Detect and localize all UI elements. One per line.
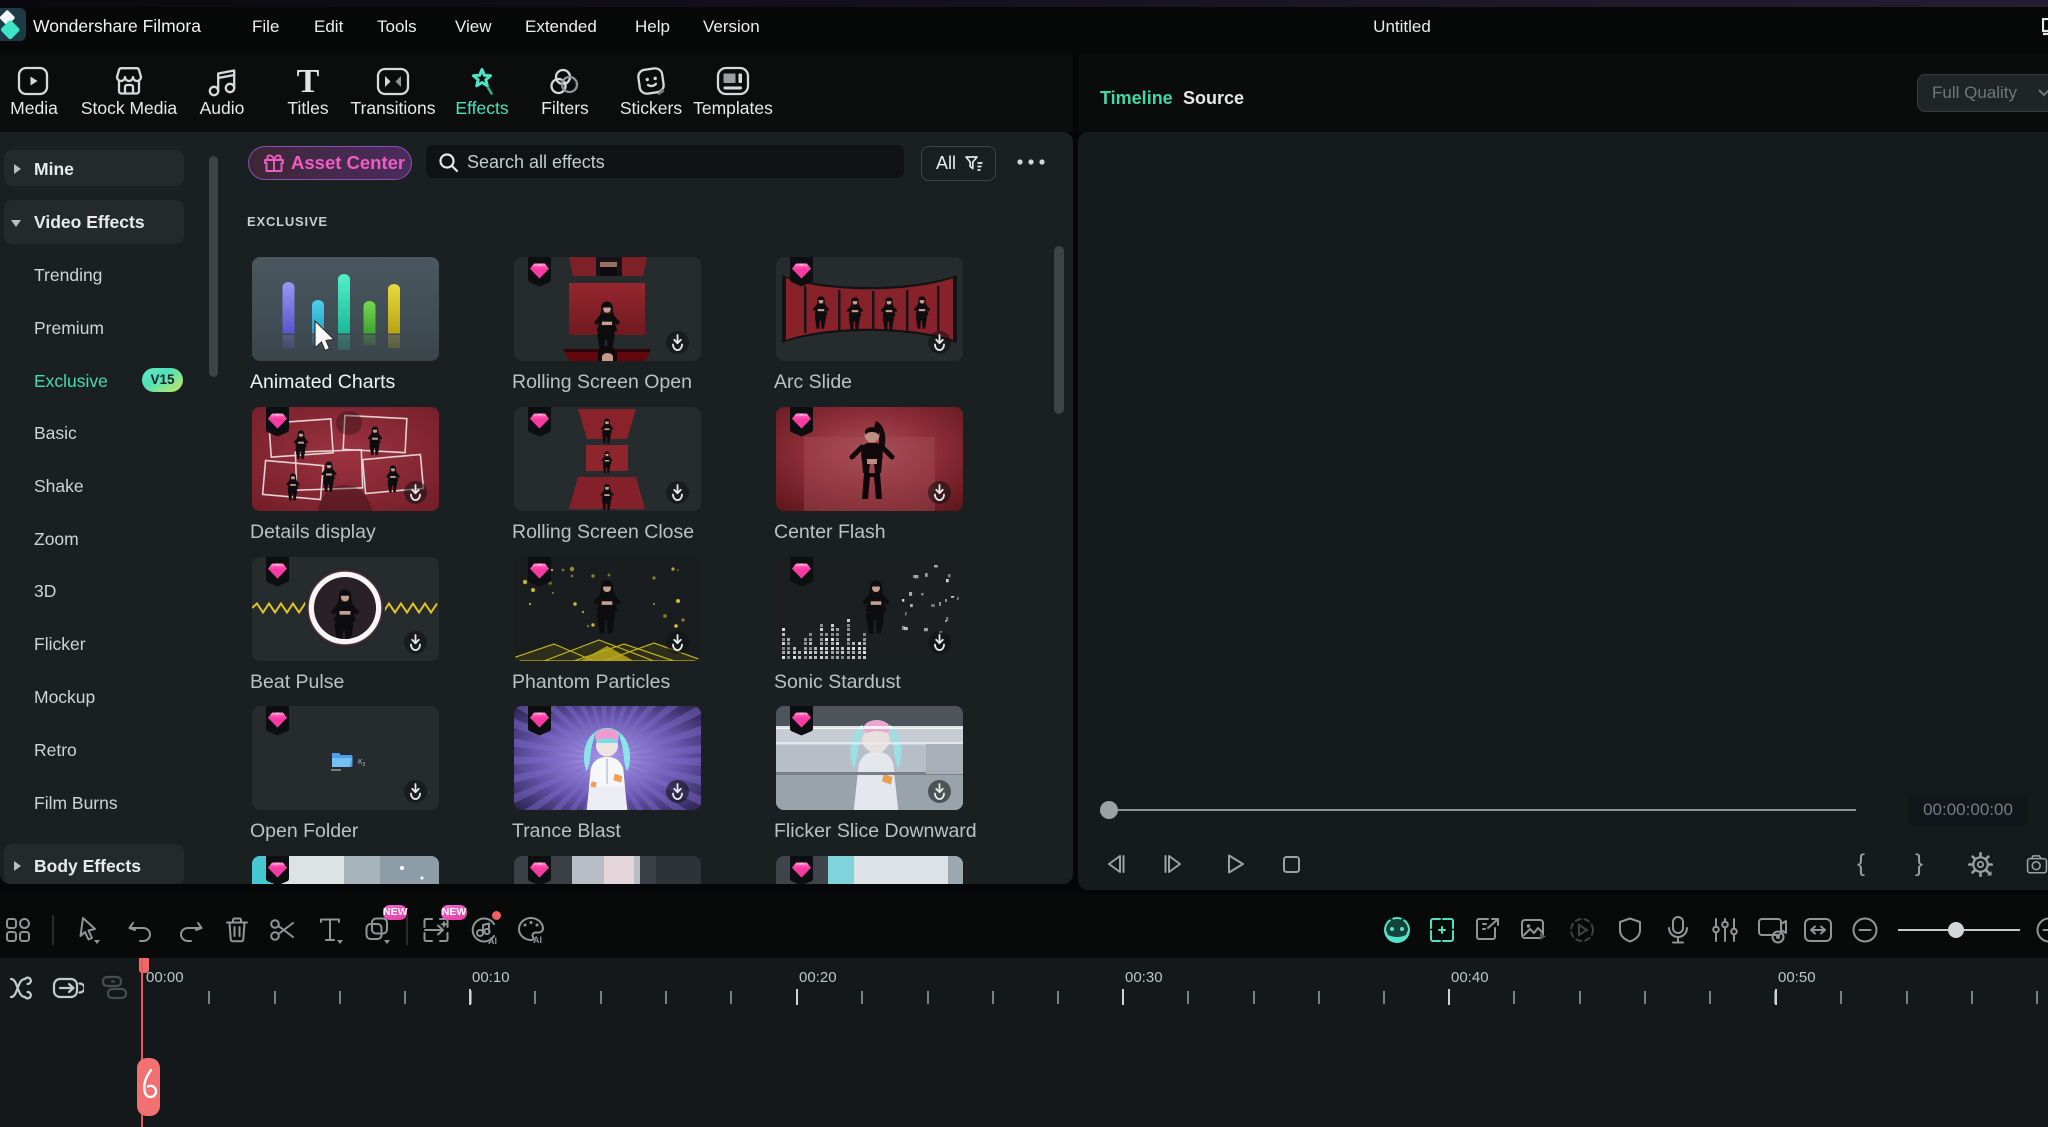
- svg-text:T: T: [297, 65, 320, 97]
- svg-text:AI: AI: [488, 936, 497, 945]
- svg-text:K2: K2: [358, 759, 366, 768]
- svg-text:AI: AI: [533, 935, 542, 945]
